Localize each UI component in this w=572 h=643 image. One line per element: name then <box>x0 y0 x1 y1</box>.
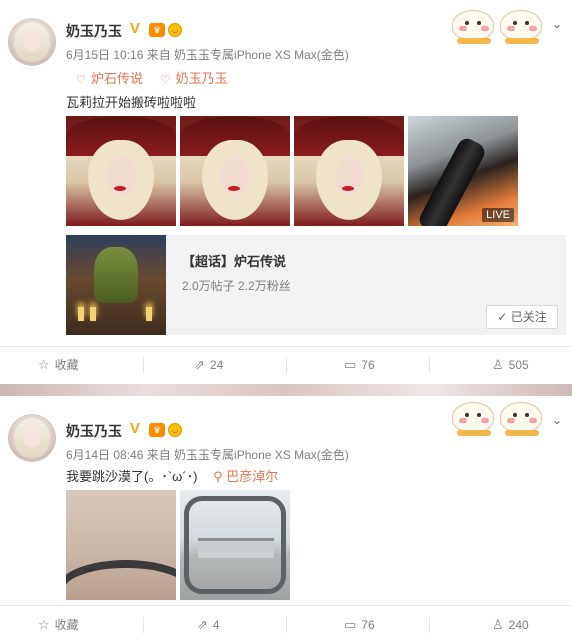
username[interactable]: 奶玉乃玉 <box>66 21 122 41</box>
post-text: 我要跳沙漠了(。･`ω´･) ⚲ 巴彦淖尔 <box>66 469 279 484</box>
thumbs-up-icon: ♙ <box>492 617 504 632</box>
post-meta: 6月15日 10:16 来自 奶玉玉专属iPhone XS Max(金色) <box>66 48 349 62</box>
decoration-sticker <box>452 398 548 436</box>
live-badge: LIVE <box>482 208 514 222</box>
topic-tags: ♡ 炉石传说 ♡ 奶玉乃玉 <box>76 68 242 87</box>
tag-hearthstone[interactable]: ♡ 炉石传说 <box>76 68 143 87</box>
tag-naiyu[interactable]: ♡ 奶玉乃玉 <box>161 68 228 87</box>
action-bar: ☆ 收藏 ⇗ 4 ▭ 76 ♙ 240 <box>0 607 572 643</box>
crown-badge-icon[interactable]: ♛ <box>149 23 165 37</box>
username[interactable]: 奶玉乃玉 <box>66 421 122 441</box>
post-photo[interactable] <box>180 116 290 226</box>
comment-button[interactable]: ▭ 76 <box>344 607 375 643</box>
repost-button[interactable]: ⇗ 4 <box>197 607 220 643</box>
super-topic-icon: ♡ <box>76 74 86 86</box>
post-photo-live[interactable]: LIVE <box>408 116 518 226</box>
action-bar: ☆ 收藏 ⇗ 24 ▭ 76 ♙ 505 <box>0 347 572 383</box>
verified-v-icon[interactable]: V <box>130 420 140 437</box>
decoration-sticker <box>452 6 548 44</box>
post-text: 瓦莉拉开始搬砖啦啦啦 <box>66 95 197 110</box>
feed-post: 奶玉乃玉 V ♛ ◡ ⌄ 6月15日 10:16 来自 奶玉玉专属iPhone … <box>0 0 572 384</box>
card-thumbnail <box>66 235 166 335</box>
comment-button[interactable]: ▭ 76 <box>344 347 375 383</box>
like-button[interactable]: ♙ 240 <box>492 607 529 643</box>
comment-icon: ▭ <box>344 617 357 632</box>
super-topic-icon: ♡ <box>160 74 171 86</box>
star-icon: ☆ <box>38 357 50 372</box>
post-meta: 6月14日 08:46 来自 奶玉玉专属iPhone XS Max(金色) <box>66 448 349 462</box>
avatar[interactable] <box>8 18 56 66</box>
repost-icon: ⇗ <box>197 617 208 632</box>
repost-button[interactable]: ⇗ 24 <box>194 347 223 383</box>
post-photo[interactable] <box>294 116 404 226</box>
favorite-button[interactable]: ☆ 收藏 <box>38 347 79 383</box>
thumbs-up-icon: ♙ <box>492 357 504 372</box>
card-title: 【超话】炉石传说 <box>182 254 287 269</box>
smile-badge-icon[interactable]: ◡ <box>168 423 182 437</box>
crown-badge-icon[interactable]: ♛ <box>149 423 165 437</box>
card-stats: 2.0万帖子 2.2万粉丝 <box>182 279 291 293</box>
location-pin-icon: ⚲ <box>213 469 223 484</box>
chevron-down-icon[interactable]: ⌄ <box>552 18 564 30</box>
favorite-button[interactable]: ☆ 收藏 <box>38 607 79 643</box>
follow-button[interactable]: ✓ 已关注 <box>486 305 558 329</box>
post-photo[interactable] <box>66 116 176 226</box>
repost-icon: ⇗ <box>194 357 205 372</box>
chevron-down-icon[interactable]: ⌄ <box>552 414 564 426</box>
star-icon: ☆ <box>38 617 50 632</box>
feed-gap-banner <box>0 384 572 396</box>
location-link[interactable]: ⚲ 巴彦淖尔 <box>213 469 278 484</box>
divider <box>0 605 572 606</box>
smile-badge-icon[interactable]: ◡ <box>168 23 182 37</box>
comment-icon: ▭ <box>344 357 357 372</box>
check-icon: ✓ <box>497 310 508 324</box>
verified-v-icon[interactable]: V <box>130 20 140 37</box>
post-photo[interactable] <box>180 490 290 600</box>
post-photo[interactable] <box>66 490 176 600</box>
avatar[interactable] <box>8 414 56 462</box>
super-topic-card[interactable]: 【超话】炉石传说 2.0万帖子 2.2万粉丝 ✓ 已关注 <box>66 235 566 335</box>
like-button[interactable]: ♙ 505 <box>492 347 529 383</box>
